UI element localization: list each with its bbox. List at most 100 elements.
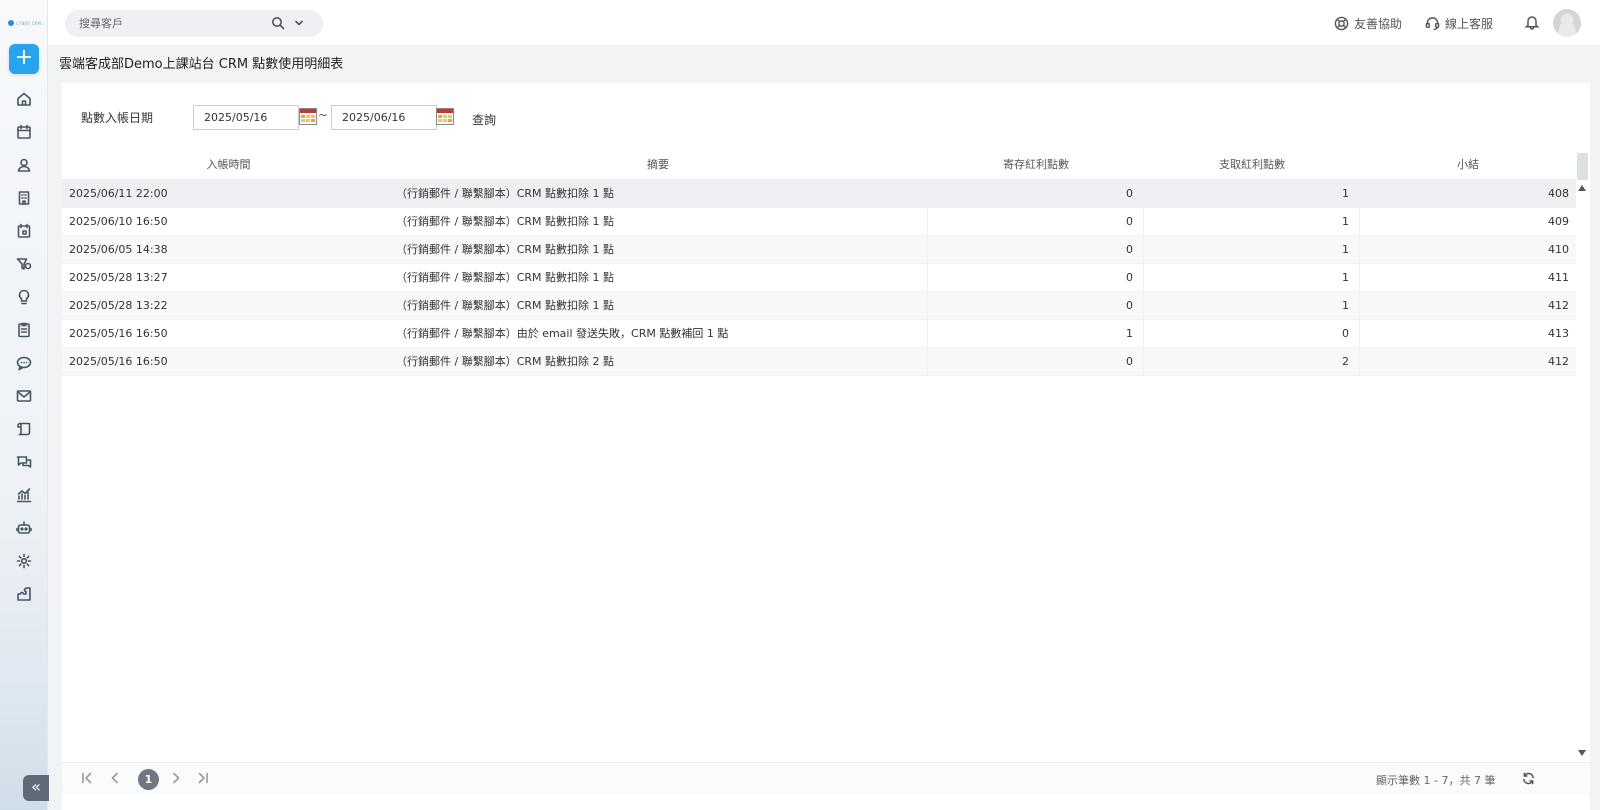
- cell-withdraw: 1: [1144, 292, 1360, 319]
- cell-withdraw: 1: [1144, 264, 1360, 291]
- cell-subtotal: 409: [1548, 215, 1569, 228]
- customer-search: [65, 10, 323, 37]
- search-input[interactable]: [79, 10, 259, 37]
- calendar-picker-icon[interactable]: [436, 108, 454, 125]
- cell-deposit: 0: [928, 180, 1144, 207]
- user-avatar[interactable]: [1553, 9, 1581, 37]
- first-page-icon[interactable]: [80, 771, 96, 787]
- contacts-icon[interactable]: [14, 155, 34, 175]
- search-icon[interactable]: [271, 16, 285, 30]
- scroll-up-icon[interactable]: [1578, 185, 1586, 191]
- table-header: 入帳時間 摘要 寄存紅利點數 支取紅利點數 小結: [62, 153, 1576, 180]
- table-row[interactable]: 2025/05/16 16:50 （行銷郵件 / 聯繫腳本）由於 email 發送…: [62, 320, 1576, 348]
- pagination: 1 顯示筆數 1 - 7，共 7 筆: [62, 762, 1590, 794]
- robot-icon[interactable]: [14, 518, 34, 538]
- date-filter-label: 點數入帳日期: [81, 111, 154, 125]
- online-support-link[interactable]: 線上客服: [1425, 14, 1493, 32]
- cell-subtotal: 412: [1548, 355, 1569, 368]
- cell-summary: （行銷郵件 / 聯繫腳本）CRM 點數扣除 1 點: [388, 264, 928, 291]
- cell-time: 2025/05/16 16:50: [69, 327, 168, 340]
- pager-info: 顯示筆數 1 - 7，共 7 筆: [1376, 774, 1496, 787]
- building-icon[interactable]: [14, 188, 34, 208]
- support-label: 線上客服: [1445, 16, 1494, 31]
- table-body: 2025/06/11 22:00 （行銷郵件 / 聯繫腳本）CRM 點數扣除 1 …: [62, 180, 1576, 376]
- event-icon[interactable]: [14, 221, 34, 241]
- conversation-icon[interactable]: [14, 452, 34, 472]
- cell-summary: （行銷郵件 / 聯繫腳本）CRM 點數扣除 2 點: [388, 348, 928, 375]
- last-page-icon[interactable]: [196, 771, 212, 787]
- idea-icon[interactable]: [14, 287, 34, 307]
- cell-deposit: 0: [928, 208, 1144, 235]
- table-scrollbar[interactable]: [1576, 153, 1590, 760]
- logo-mark-icon: [8, 20, 14, 26]
- table-row[interactable]: 2025/06/10 16:50 （行銷郵件 / 聯繫腳本）CRM 點數扣除 1 …: [62, 208, 1576, 236]
- analytics-icon[interactable]: [14, 485, 34, 505]
- end-date-input[interactable]: [331, 105, 437, 130]
- table-row[interactable]: 2025/06/11 22:00 （行銷郵件 / 聯繫腳本）CRM 點數扣除 1 …: [62, 180, 1576, 208]
- cell-time: 2025/05/16 16:50: [69, 355, 168, 368]
- cell-summary: （行銷郵件 / 聯繫腳本）由於 email 發送失敗，CRM 點數補回 1 點: [388, 320, 928, 347]
- cell-time: 2025/05/28 13:27: [69, 271, 168, 284]
- cell-summary: （行銷郵件 / 聯繫腳本）CRM 點數扣除 1 點: [388, 292, 928, 319]
- table-row[interactable]: 2025/05/16 16:50 （行銷郵件 / 聯繫腳本）CRM 點數扣除 2 …: [62, 348, 1576, 376]
- cell-deposit: 0: [928, 348, 1144, 375]
- table-row[interactable]: 2025/05/28 13:27 （行銷郵件 / 聯繫腳本）CRM 點數扣除 1 …: [62, 264, 1576, 292]
- script-icon[interactable]: [14, 419, 34, 439]
- column-header-withdraw[interactable]: 支取紅利點數: [1144, 153, 1360, 179]
- cell-subtotal: 408: [1548, 187, 1569, 200]
- add-new-button[interactable]: +: [9, 44, 39, 74]
- calendar-picker-icon[interactable]: [299, 108, 317, 125]
- chat-icon[interactable]: [14, 353, 34, 373]
- headset-icon: [1425, 16, 1440, 30]
- cell-withdraw: 2: [1144, 348, 1360, 375]
- sidebar-collapse-button[interactable]: «: [23, 775, 49, 801]
- query-button[interactable]: 查詢: [472, 111, 496, 128]
- cell-summary: （行銷郵件 / 聯繫腳本）CRM 點數扣除 1 點: [388, 180, 928, 207]
- calendar-icon[interactable]: [14, 122, 34, 142]
- cell-withdraw: 0: [1144, 320, 1360, 347]
- date-range-separator: ~: [318, 108, 329, 122]
- document-icon[interactable]: [14, 320, 34, 340]
- column-header-deposit[interactable]: 寄存紅利點數: [928, 153, 1144, 179]
- gear-icon[interactable]: [14, 551, 34, 571]
- lifebuoy-icon: [1334, 16, 1349, 30]
- mail-icon[interactable]: [14, 386, 34, 406]
- cell-withdraw: 1: [1144, 208, 1360, 235]
- cell-time: 2025/06/11 22:00: [69, 187, 168, 200]
- marketing-icon[interactable]: [14, 254, 34, 274]
- logo-text: CYBER CRM: [16, 20, 42, 26]
- column-header-summary[interactable]: 摘要: [388, 153, 928, 179]
- table-row[interactable]: 2025/05/28 13:22 （行銷郵件 / 聯繫腳本）CRM 點數扣除 1 …: [62, 292, 1576, 320]
- cell-time: 2025/06/05 14:38: [69, 243, 168, 256]
- cell-withdraw: 1: [1144, 236, 1360, 263]
- table-row[interactable]: 2025/06/05 14:38 （行銷郵件 / 聯繫腳本）CRM 點數扣除 1 …: [62, 236, 1576, 264]
- help-link[interactable]: 友善協助: [1334, 14, 1402, 32]
- topbar: 友善協助 線上客服: [48, 0, 1600, 46]
- refresh-icon[interactable]: [1522, 772, 1536, 786]
- cell-time: 2025/05/28 13:22: [69, 299, 168, 312]
- home-icon[interactable]: [14, 89, 34, 109]
- cell-subtotal: 411: [1548, 271, 1569, 284]
- page-title: 雲端客成部Demo上課站台 CRM 點數使用明細表: [59, 57, 344, 72]
- brand-logo[interactable]: CYBER CRM: [8, 19, 42, 27]
- scroll-down-icon[interactable]: [1578, 750, 1586, 756]
- sidebar: CYBER CRM + «: [0, 0, 49, 810]
- cell-withdraw: 1: [1144, 180, 1360, 207]
- column-header-time[interactable]: 入帳時間: [62, 153, 388, 179]
- cell-subtotal: 413: [1548, 327, 1569, 340]
- next-page-icon[interactable]: [169, 771, 185, 787]
- cell-summary: （行銷郵件 / 聯繫腳本）CRM 點數扣除 1 點: [388, 236, 928, 263]
- content-panel: 點數入帳日期 ~ 查詢 入帳時間 摘要 寄存紅利點數 支取紅利點數 小結 202…: [62, 83, 1590, 810]
- chevron-down-icon[interactable]: [293, 17, 305, 29]
- cell-deposit: 1: [928, 320, 1144, 347]
- bell-icon[interactable]: [1524, 14, 1540, 30]
- cell-deposit: 0: [928, 236, 1144, 263]
- help-label: 友善協助: [1354, 16, 1403, 31]
- cell-deposit: 0: [928, 264, 1144, 291]
- previous-page-icon[interactable]: [108, 771, 124, 787]
- plugin-icon[interactable]: [14, 584, 34, 604]
- column-header-subtotal[interactable]: 小結: [1360, 153, 1576, 179]
- current-page-button[interactable]: 1: [138, 769, 159, 790]
- cell-subtotal: 410: [1548, 243, 1569, 256]
- start-date-input[interactable]: [193, 105, 299, 130]
